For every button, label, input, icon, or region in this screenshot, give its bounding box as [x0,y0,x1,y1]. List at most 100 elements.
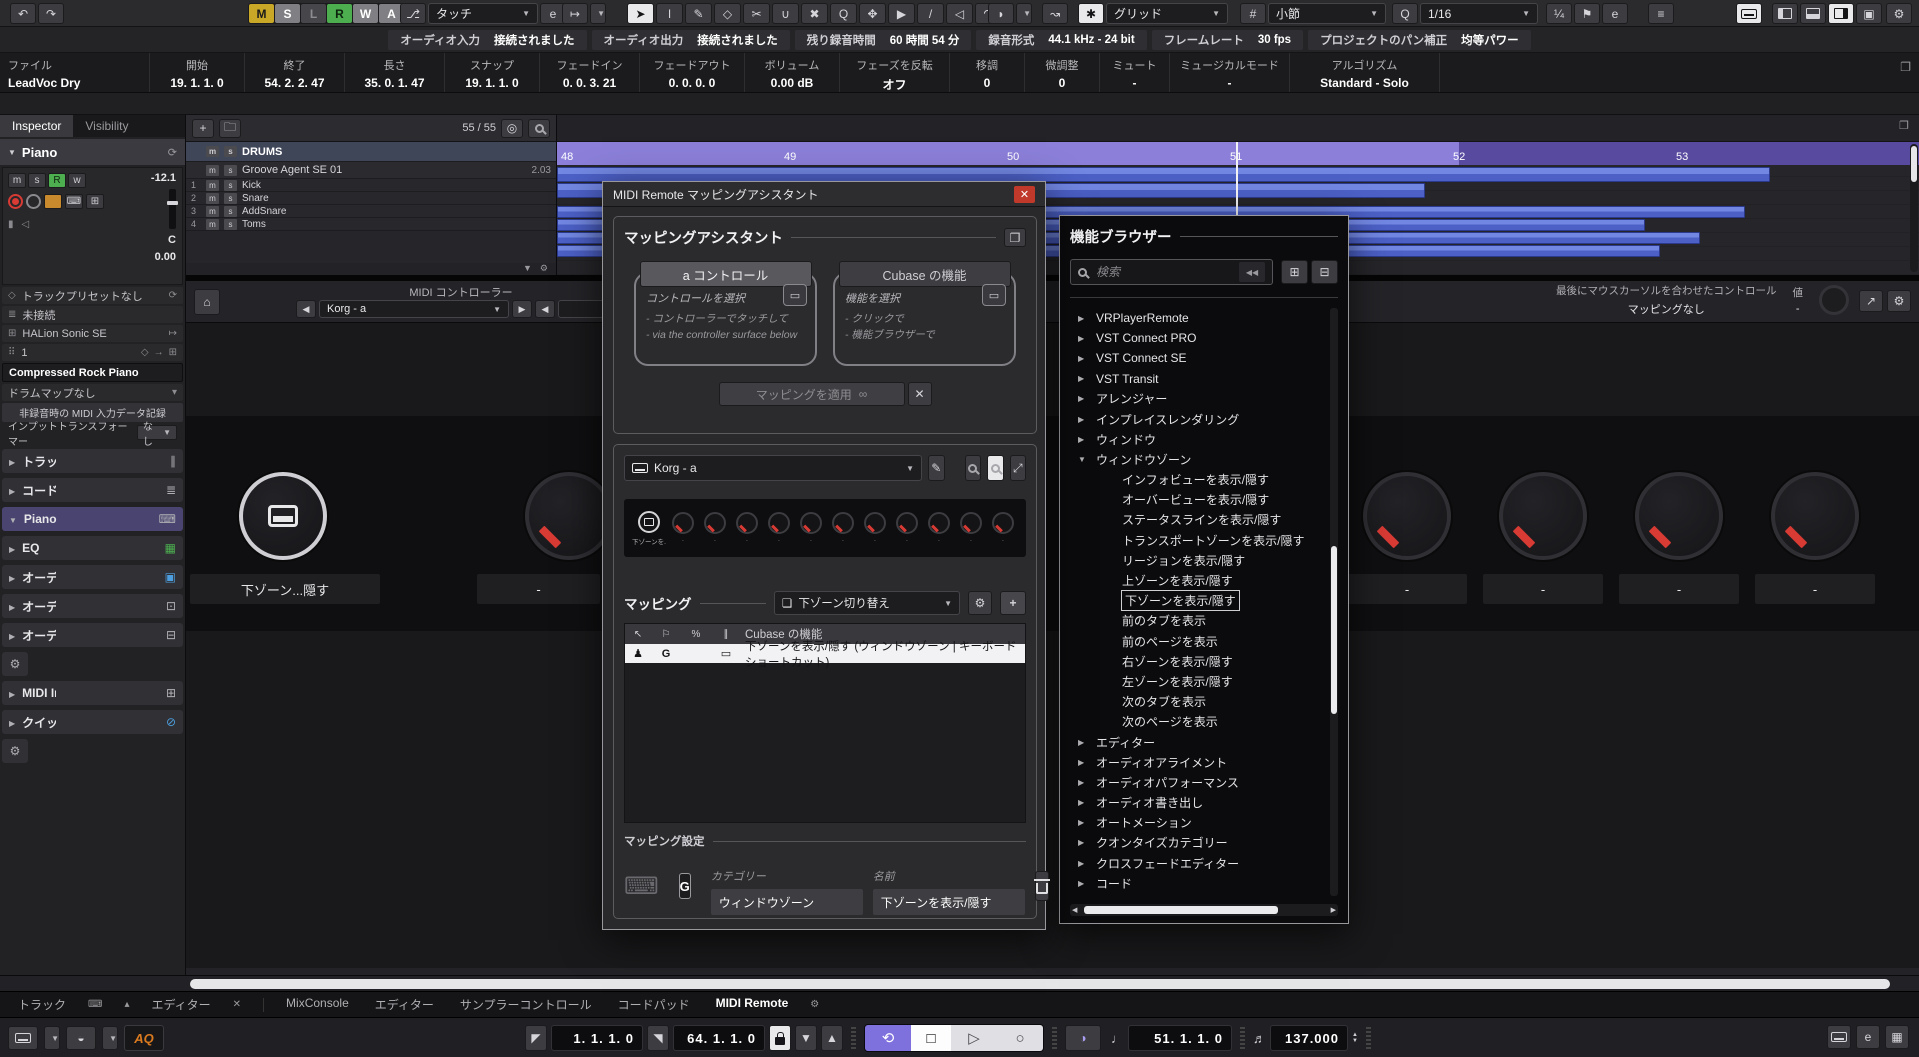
flag-column-icon[interactable]: ⚐ [651,629,681,640]
knob[interactable] [525,472,613,560]
tree-item[interactable]: VST Connect PRO [1070,328,1338,348]
open-instrument-icon[interactable]: ↦ [169,328,177,339]
color-tool-button[interactable]: ◗ [988,3,1014,24]
input-transformer-dropdown[interactable]: なし ▼ [136,422,177,448]
section-icon[interactable]: ▦ [165,541,176,555]
surface-knob[interactable] [768,512,790,534]
prev-controller-icon[interactable]: ◀ [296,300,316,318]
snap-type-dropdown[interactable]: グリッド ▼ [1106,3,1228,24]
surface-knob-cell[interactable]: 下ゾーンを..隠す [632,510,666,546]
goto-left-locator-button[interactable]: ◤ [525,1025,547,1051]
info-column[interactable]: アルゴリズム Standard - Solo [1290,53,1440,92]
cycle-button[interactable]: ⟲ [865,1025,911,1051]
scroll-right-icon[interactable]: ▶ [1331,906,1336,914]
insert-mode-button[interactable]: ↦ [562,3,588,24]
record-enable-button[interactable] [8,194,23,209]
tree-expand-icon[interactable] [1078,354,1096,363]
tree-item[interactable]: クオンタイズカテゴリー [1070,833,1338,853]
section-icon[interactable]: ∥ [170,454,176,468]
piano-icon[interactable]: ⌨ [65,194,83,209]
input-routing-row[interactable]: ≣ 未接続 [2,306,183,323]
inspector-section[interactable]: トラックバージョン ∥ [2,449,183,473]
section-icon[interactable]: ⊘ [166,715,176,729]
gain-value[interactable]: -12.1 [151,172,176,184]
close-icon[interactable]: ✕ [1014,185,1035,203]
mapping-page-dropdown[interactable]: ❏ 下ゾーン切り替え ▼ [774,591,960,615]
search-field[interactable]: ◀◀ [1070,259,1273,285]
punch-out-button[interactable]: ▲ [821,1025,843,1051]
autoscroll-button[interactable]: ↝ [1042,3,1068,24]
inspector-tab[interactable]: Visibility [73,115,140,137]
midi-remote-button[interactable] [1736,3,1762,24]
mute-button[interactable]: m [206,205,219,217]
automation-state-button[interactable]: W [353,4,378,23]
mapping-table-row[interactable]: ♟ G ▭ 下ゾーンを表示/隠す (ウィンドウゾーン | キーボードショートカッ… [625,641,1025,669]
expand-icon[interactable] [9,684,15,702]
track-row[interactable]: m s Groove Agent SE 01 2.03 [186,162,556,179]
inspector-section[interactable]: EQ ▦ [2,536,183,560]
dialog-titlebar[interactable]: MIDI Remote マッピングアシスタント ✕ [603,182,1045,207]
right-locator-value[interactable]: 64. 1. 1. 0 [673,1025,765,1051]
automation-state-button[interactable]: L [301,4,326,23]
global-scope-button[interactable]: G [678,873,691,899]
scroll-left-icon[interactable]: ◀ [1072,906,1077,914]
mapped-knob[interactable] [239,472,327,560]
tree-expand-icon[interactable] [1078,314,1096,323]
automation-state-button[interactable]: M [249,4,274,23]
status-item[interactable]: プロジェクトのパン補正 均等パワー [1308,29,1531,50]
surface-knob[interactable] [672,512,694,534]
chevron-up-icon[interactable]: ▴ [124,999,129,1010]
search-icon[interactable] [528,118,550,138]
tree-item[interactable]: ウィンドウゾーン [1070,449,1338,469]
tree-item[interactable]: インプレイスレンダリング [1070,409,1338,429]
tree-item[interactable]: オーディオパフォーマンス [1070,772,1338,792]
tree-item[interactable]: VST Connect SE [1070,348,1338,368]
info-column[interactable]: 移調 0 [950,53,1025,92]
lower-zone-tab[interactable]: サンプラーコントロール [460,996,592,1013]
jog-shuttle-button[interactable]: ◑ [1065,1025,1101,1051]
name-field[interactable]: 下ゾーンを表示/隠す [872,889,1025,915]
grid-icon[interactable]: ⊞ [86,194,104,209]
track-row[interactable]: 4 m s Toms [186,218,556,231]
automation-state-button[interactable]: S [275,4,300,23]
inspector-section[interactable]: ⚙ [2,739,28,763]
tempo-value[interactable]: 137.000 [1270,1025,1348,1051]
status-item[interactable]: 残り録音時間 60 時間 54 分 [794,29,972,50]
tab-editor-left[interactable]: エディター [151,996,210,1013]
window-layout-button[interactable]: ▣ [1856,3,1882,24]
status-item[interactable]: オーディオ出力 接続されました [591,29,790,50]
section-icon[interactable]: ⌨ [159,512,176,526]
track-state-button[interactable]: s [28,173,46,188]
midi-input-icon[interactable] [44,194,62,209]
expand-icon[interactable] [9,539,15,557]
surface-knob-cell[interactable]: · [892,512,922,544]
edit-tool-button[interactable]: ◁ [946,3,973,24]
audio-alignment-button[interactable]: ≡ [1648,3,1674,24]
tree-item[interactable]: VST Transit [1070,369,1338,389]
tempo-spinner[interactable]: ▲ ▼ [1352,1032,1358,1044]
tree-item[interactable]: VRPlayerRemote [1070,308,1338,328]
expand-icon[interactable] [9,481,15,499]
section-icon[interactable]: ⊟ [166,628,176,642]
midi-keyboard-button[interactable] [1827,1025,1851,1049]
tree-expand-icon[interactable] [1078,394,1096,403]
edit-tool-button[interactable]: ✖ [801,3,828,24]
inspector-section[interactable]: オーディオフェーダー ⊟ [2,623,183,647]
horizontal-scrollbar[interactable] [0,975,1919,991]
section-icon[interactable]: ≣ [166,483,176,497]
collapse-all-icon[interactable]: ⊟ [1311,260,1338,284]
track-state-button[interactable]: m [8,173,26,188]
solo-button[interactable]: s [224,164,237,176]
info-column[interactable]: ファイル LeadVoc Dry [0,53,150,92]
automation-state-button[interactable]: R [327,4,352,23]
tab-track[interactable]: トラック [18,996,66,1013]
prev-page-icon[interactable]: ◀ [535,300,555,318]
surface-knob[interactable] [896,512,918,534]
controller-dropdown[interactable]: Korg - a ▼ [319,300,509,318]
transport-setup-button[interactable]: ▦ [1885,1025,1909,1049]
tree-item[interactable]: オートメーション [1070,813,1338,833]
surface-knob[interactable] [992,512,1014,534]
mute-button[interactable]: m [206,192,219,204]
grid-icon[interactable]: ⊞ [169,347,177,358]
edit-tool-button[interactable]: ◇ [714,3,741,24]
